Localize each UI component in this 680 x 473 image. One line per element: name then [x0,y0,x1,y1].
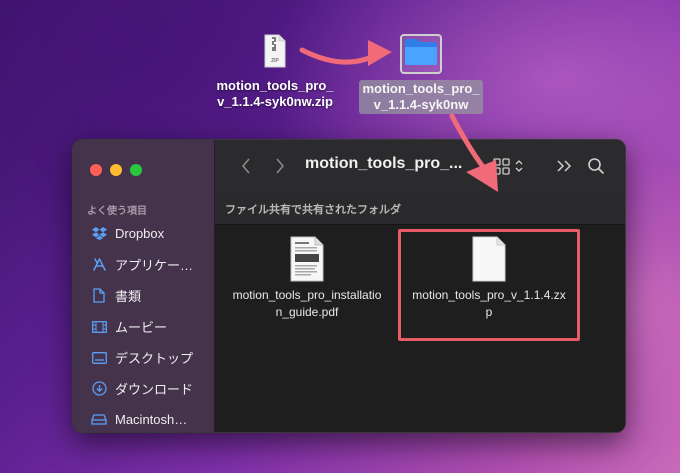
arrow-zip-to-folder [299,47,381,65]
arrowhead-right-icon [368,40,392,66]
annotation-arrows [299,40,498,192]
arrow-folder-to-window [449,113,487,171]
